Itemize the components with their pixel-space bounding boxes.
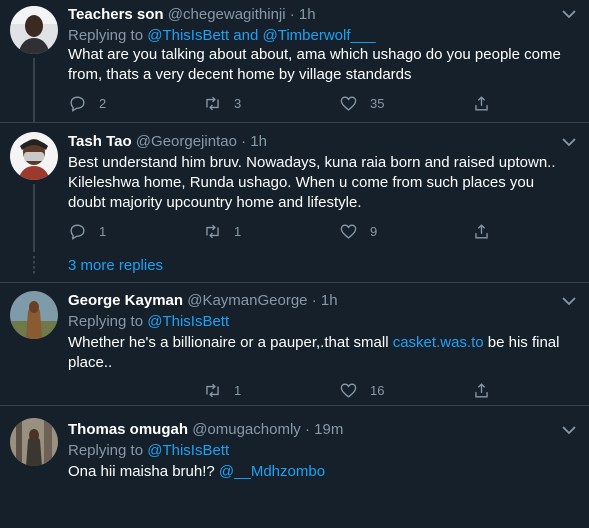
- caret-down-icon[interactable]: [561, 425, 577, 435]
- reply-count: 1: [99, 223, 107, 239]
- timestamp[interactable]: 19m: [314, 421, 343, 438]
- share-button[interactable]: [472, 93, 503, 113]
- avatar[interactable]: [10, 291, 58, 339]
- replying-to: Replying to @ThisIsBett: [68, 442, 229, 459]
- separator-dot: ·: [241, 133, 247, 150]
- replying-prefix: Replying to: [68, 442, 144, 459]
- separator-dot: ·: [311, 292, 317, 309]
- reply-count: 2: [99, 95, 107, 111]
- action-bar: 1 1 9: [68, 221, 498, 241]
- tweet-header: Thomas omugah @omugachomly · 19m: [68, 421, 343, 438]
- like-count: 16: [370, 382, 385, 398]
- caret-down-icon[interactable]: [561, 137, 577, 147]
- tweet-text: What are you talking about about, ama wh…: [68, 46, 561, 83]
- author-name[interactable]: Tash Tao: [68, 133, 132, 150]
- reply-button[interactable]: 2: [68, 93, 106, 113]
- tweet-4[interactable]: Thomas omugah @omugachomly · 19m Replyin…: [0, 406, 589, 528]
- more-replies-link[interactable]: 3 more replies: [68, 257, 163, 274]
- author-name[interactable]: George Kayman: [68, 292, 183, 309]
- thread-line: [33, 58, 35, 123]
- share-icon: [475, 223, 488, 239]
- share-icon: [475, 95, 488, 111]
- replying-targets[interactable]: @ThisIsBett and @Timberwolf___: [147, 27, 375, 44]
- reply-icon: [70, 223, 85, 240]
- author-handle[interactable]: @Georgejintao: [136, 133, 237, 150]
- replying-targets[interactable]: @ThisIsBett: [147, 313, 229, 330]
- avatar[interactable]: [10, 6, 58, 54]
- replying-to: Replying to @ThisIsBett: [68, 313, 229, 330]
- timestamp[interactable]: 1h: [321, 292, 338, 309]
- tweet-text-part: Whether he's a billionaire or a pauper,.…: [68, 334, 393, 351]
- retweet-button[interactable]: 1: [203, 380, 241, 400]
- tweet-2[interactable]: Tash Tao @Georgejintao · 1h Best underst…: [0, 123, 589, 252]
- author-handle[interactable]: @chegewagithinji: [168, 6, 286, 23]
- like-count: 35: [370, 95, 385, 111]
- like-count: 9: [370, 223, 378, 239]
- retweet-icon: [206, 96, 219, 110]
- separator-dot: ·: [289, 6, 295, 23]
- tweet-1[interactable]: Teachers son @chegewagithinji · 1h Reply…: [0, 0, 589, 123]
- tweet-text: Best understand him bruv. Nowadays, kuna…: [68, 154, 556, 211]
- like-button[interactable]: 35: [339, 93, 384, 113]
- replying-to: Replying to @ThisIsBett and @Timberwolf_…: [68, 27, 376, 44]
- author-name[interactable]: Teachers son: [68, 6, 164, 23]
- retweet-count: 1: [234, 382, 242, 398]
- show-more-replies[interactable]: 3 more replies: [0, 252, 589, 283]
- share-button[interactable]: [472, 221, 503, 241]
- avatar[interactable]: [10, 418, 58, 466]
- caret-down-icon[interactable]: [561, 9, 577, 19]
- like-icon: [340, 382, 357, 398]
- like-button[interactable]: 9: [339, 221, 377, 241]
- retweet-icon: [206, 383, 219, 397]
- thread-line: [33, 184, 35, 252]
- tweet-text-part: Ona hii maisha bruh!?: [68, 463, 219, 480]
- separator-dot: ·: [304, 421, 310, 438]
- retweet-button[interactable]: 3: [203, 93, 241, 113]
- reply-button[interactable]: 1: [68, 221, 106, 241]
- caret-down-icon[interactable]: [561, 296, 577, 306]
- timestamp[interactable]: 1h: [250, 133, 267, 150]
- retweet-icon: [206, 224, 219, 238]
- thread-dots: [33, 256, 35, 274]
- author-handle[interactable]: @omugachomly: [192, 421, 301, 438]
- retweet-count: 3: [234, 95, 242, 111]
- tweet-link[interactable]: casket.was.to: [393, 334, 484, 351]
- tweet-header: Teachers son @chegewagithinji · 1h: [68, 6, 316, 23]
- tweet-header: George Kayman @KaymanGeorge · 1h: [68, 292, 338, 309]
- tweet-header: Tash Tao @Georgejintao · 1h: [68, 133, 267, 150]
- replying-prefix: Replying to: [68, 313, 144, 330]
- action-bar: 2 3 35: [68, 93, 498, 113]
- share-button[interactable]: [472, 380, 503, 400]
- retweet-count: 1: [234, 223, 242, 239]
- replying-targets[interactable]: @ThisIsBett: [147, 442, 229, 459]
- retweet-button[interactable]: 1: [203, 221, 241, 241]
- tweet-text: Whether he's a billionaire or a pauper,.…: [68, 333, 573, 373]
- mention-link[interactable]: @__Mdhzombo: [219, 463, 325, 480]
- timestamp[interactable]: 1h: [299, 6, 316, 23]
- like-icon: [340, 223, 357, 239]
- like-icon: [340, 95, 357, 111]
- author-handle[interactable]: @KaymanGeorge: [187, 292, 307, 309]
- action-bar: 1 16: [68, 380, 498, 400]
- tweet-text: Ona hii maisha bruh!? @__Mdhzombo: [68, 462, 573, 482]
- replying-prefix: Replying to: [68, 27, 144, 44]
- reply-icon: [70, 95, 85, 112]
- share-icon: [475, 382, 488, 398]
- tweet-3[interactable]: George Kayman @KaymanGeorge · 1h Replyin…: [0, 283, 589, 406]
- author-name[interactable]: Thomas omugah: [68, 421, 188, 438]
- like-button[interactable]: 16: [339, 380, 384, 400]
- avatar[interactable]: [10, 132, 58, 180]
